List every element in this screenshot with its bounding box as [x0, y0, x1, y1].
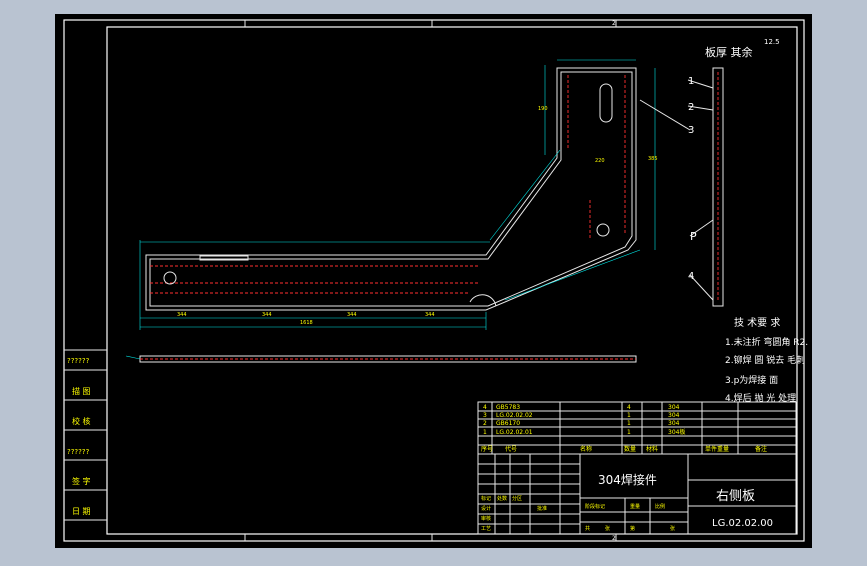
drawing-number: LG.02.02.00	[712, 518, 773, 529]
tech-req-1: 1.未注折 弯圆角 R2.	[725, 336, 808, 348]
svg-text:处数: 处数	[497, 495, 507, 502]
svg-text:张: 张	[605, 525, 610, 532]
zone-label-top: 2	[612, 20, 616, 27]
svg-text:1: 1	[627, 420, 631, 427]
svg-text:1: 1	[483, 429, 487, 436]
svg-text:单件重量: 单件重量	[705, 445, 729, 453]
svg-text:数量: 数量	[624, 445, 636, 453]
svg-text:304: 304	[668, 420, 680, 427]
svg-text:备注: 备注	[755, 445, 767, 453]
svg-text:304: 304	[668, 404, 680, 411]
material-label: 304焊接件	[598, 472, 657, 487]
svg-text:张: 张	[670, 525, 675, 532]
svg-text:304板: 304板	[668, 428, 685, 436]
svg-text:材料: 材料	[646, 445, 658, 453]
roughness-value: 12.5	[764, 38, 780, 46]
part-name: 右侧板	[716, 489, 755, 504]
svg-text:批准: 批准	[537, 505, 547, 512]
height-dim: 385	[648, 156, 658, 162]
svg-text:344: 344	[262, 312, 272, 318]
svg-text:1: 1	[627, 412, 631, 419]
svg-text:1: 1	[627, 429, 631, 436]
svg-text:标记: 标记	[481, 495, 491, 502]
strip-label-1: 描 图	[72, 386, 91, 396]
svg-text:2: 2	[483, 420, 487, 427]
svg-text:第: 第	[630, 525, 635, 532]
strip-label-0: ??????	[67, 357, 90, 365]
callout-2: 2	[688, 102, 694, 113]
tech-req-title: 技 术要 求	[734, 316, 780, 329]
svg-text:设计: 设计	[481, 505, 491, 512]
zone-label-bottom: 2	[612, 535, 616, 542]
overall-length-dim: 1618	[300, 320, 313, 326]
cad-viewport[interactable]: 2 2 ?????? 描 图 校 核 ?????? 签 字 日 期 1618 3…	[0, 0, 867, 562]
strip-label-5: 日 期	[72, 507, 91, 516]
svg-text:工艺: 工艺	[481, 526, 491, 532]
callout-p: P	[690, 230, 697, 243]
svg-text:序号: 序号	[481, 445, 493, 453]
svg-text:代号: 代号	[505, 445, 517, 453]
tech-req-2: 2.铆焊 圆 锐去 毛刺	[725, 354, 805, 366]
paper-sheet	[55, 14, 812, 548]
svg-text:304: 304	[668, 412, 680, 419]
svg-text:共: 共	[585, 525, 590, 532]
svg-text:比例: 比例	[655, 503, 665, 510]
svg-text:重量: 重量	[630, 503, 640, 510]
strip-label-4: 签 字	[72, 476, 91, 486]
callout-4: 4	[688, 271, 694, 282]
tech-req-3: 3.p为焊接 面	[725, 374, 778, 386]
svg-text:3: 3	[483, 412, 487, 419]
svg-text:名称: 名称	[580, 445, 592, 453]
svg-text:344: 344	[347, 312, 357, 318]
svg-text:GB6170: GB6170	[496, 420, 520, 427]
svg-text:4: 4	[483, 404, 487, 411]
svg-text:LG.02.02.01: LG.02.02.01	[496, 429, 533, 436]
svg-text:220: 220	[595, 158, 605, 164]
svg-text:分区: 分区	[512, 495, 522, 502]
svg-text:审核: 审核	[481, 515, 491, 522]
strip-label-2: 校 核	[72, 416, 91, 426]
svg-text:阶段标记: 阶段标记	[585, 503, 605, 510]
svg-text:4: 4	[627, 404, 631, 411]
sheet-note: 板厚 其余	[705, 45, 753, 59]
callout-3: 3	[688, 125, 694, 136]
callout-1: 1	[688, 76, 694, 87]
svg-text:LG.02.02.02: LG.02.02.02	[496, 412, 533, 419]
strip-label-3: ??????	[67, 448, 90, 456]
svg-text:344: 344	[177, 312, 187, 318]
drawing-canvas: 2 2 ?????? 描 图 校 核 ?????? 签 字 日 期 1618 3…	[55, 14, 812, 548]
svg-text:344: 344	[425, 312, 435, 318]
svg-text:GB5783: GB5783	[496, 404, 520, 411]
svg-text:190: 190	[538, 106, 548, 112]
